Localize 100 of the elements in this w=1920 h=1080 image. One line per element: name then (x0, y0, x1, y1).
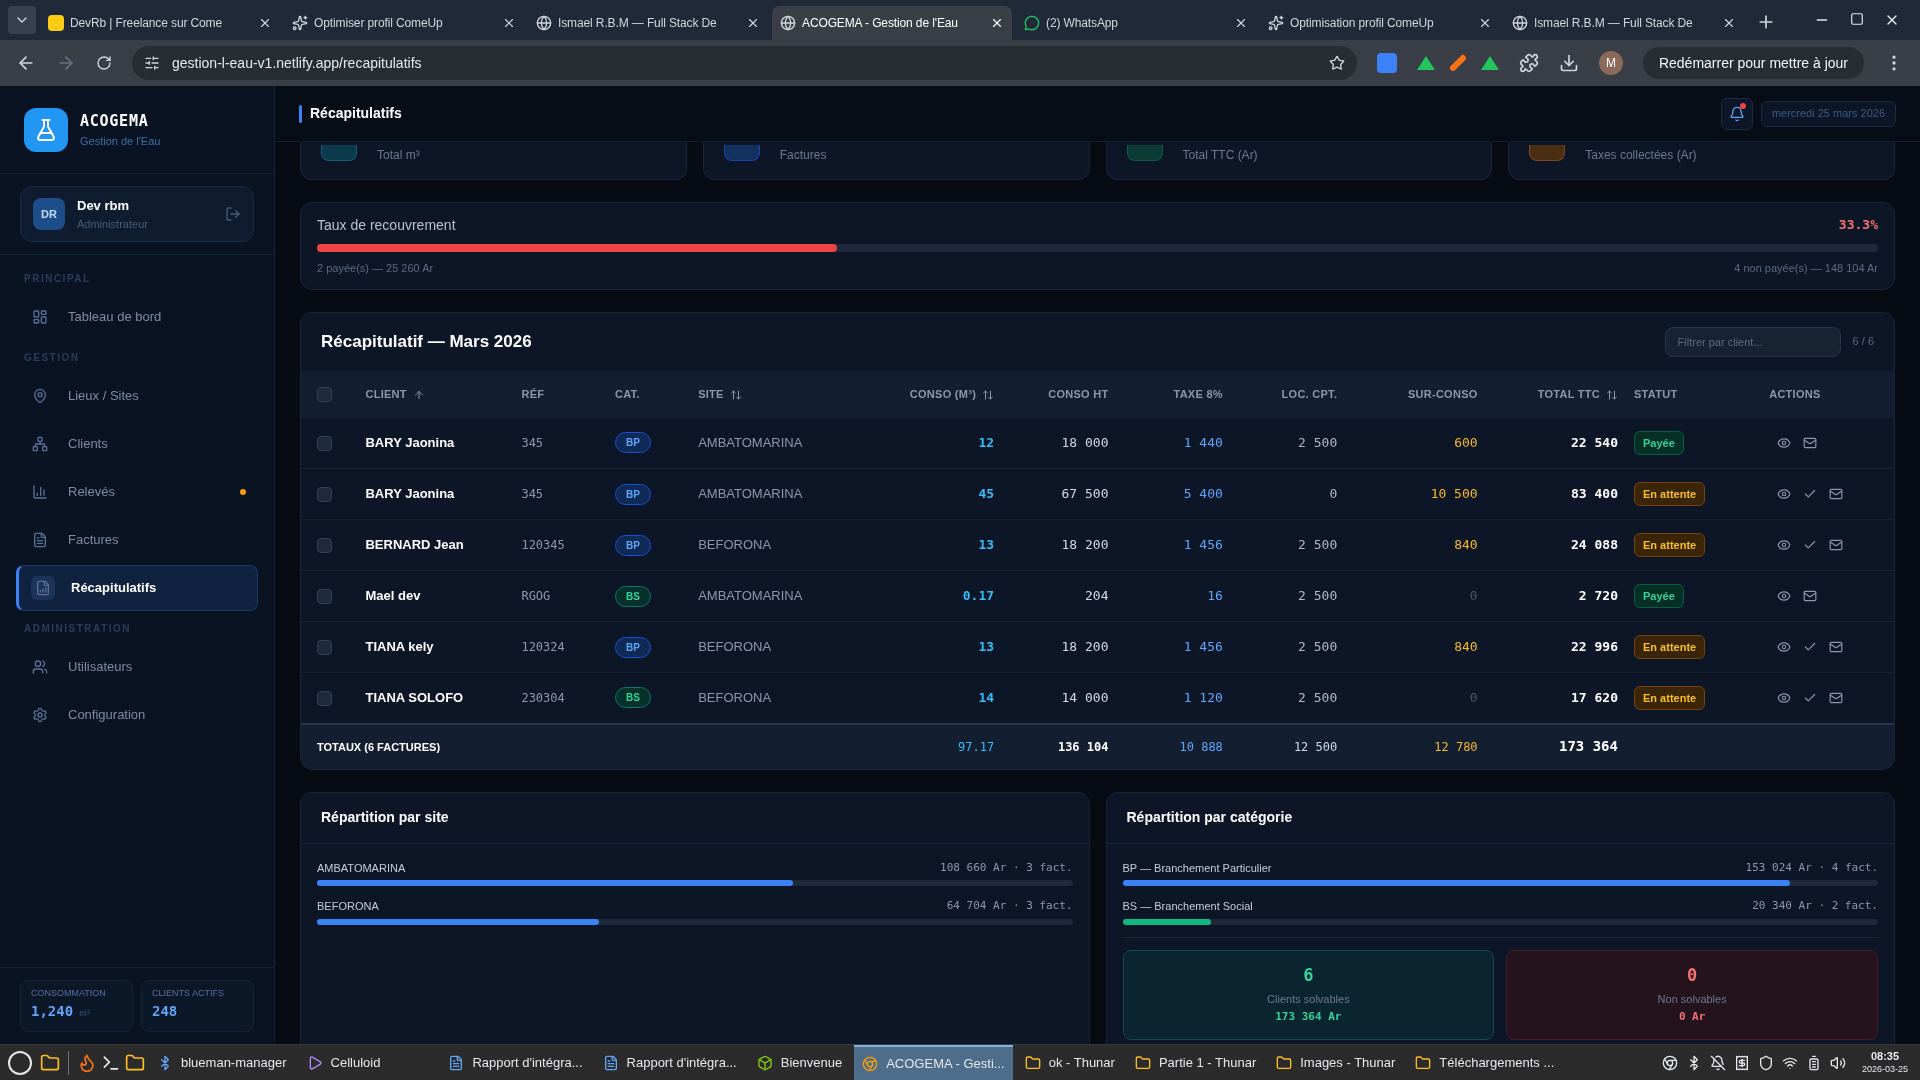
nav-label: Configuration (68, 706, 147, 725)
row-checkbox[interactable] (317, 487, 332, 503)
extension-icon[interactable] (1376, 53, 1397, 73)
column-header: ACTIONS (1769, 387, 1821, 403)
distribution-label: AMBATOMARINA (317, 860, 406, 876)
stat-unit: m³ (79, 1006, 90, 1020)
maximize-icon[interactable] (1850, 12, 1864, 26)
update-button[interactable]: Redémarrer pour mettre à jour (1642, 47, 1864, 79)
close-icon[interactable] (1234, 16, 1248, 30)
view-icon[interactable] (1777, 690, 1792, 705)
mail-icon[interactable] (1803, 589, 1818, 603)
folder-icon[interactable] (125, 1052, 145, 1073)
browser-tab[interactable]: Optimiser profil ComeUp (284, 6, 524, 40)
taskbar-label: Bienvenue (780, 1053, 843, 1072)
row-checkbox[interactable] (317, 589, 332, 605)
view-icon[interactable] (1777, 589, 1792, 603)
column-header[interactable]: TOTAL TTC (1537, 386, 1618, 403)
close-icon[interactable] (746, 16, 760, 30)
mail-icon[interactable] (1829, 690, 1844, 705)
mail-icon[interactable] (1829, 640, 1844, 654)
sort-icon[interactable] (982, 388, 995, 401)
row-checkbox[interactable] (317, 436, 332, 452)
extension-icon[interactable] (1416, 56, 1435, 70)
nav-item[interactable]: Configuration (16, 692, 258, 738)
nav-item[interactable]: Récapitulatifs (16, 565, 258, 611)
nav-item[interactable]: Relevés (16, 469, 258, 515)
taskbar-item[interactable]: Téléchargements ... (1407, 1045, 1563, 1080)
row-checkbox[interactable] (317, 538, 332, 554)
nav-item[interactable]: Factures (16, 517, 258, 563)
shield-icon[interactable] (1757, 1054, 1774, 1071)
filter-input[interactable]: Filtrer par client... (1664, 326, 1841, 357)
stat-card-label: Taxes collectées (Ar) (1585, 149, 1697, 161)
browser-tab[interactable]: (2) WhatsApp (1016, 6, 1256, 40)
download-icon[interactable] (1558, 53, 1579, 73)
taskbar-item[interactable]: Rapport d'intégra... (594, 1045, 745, 1080)
taskbar-item[interactable]: Rapport d'intégra... (440, 1045, 591, 1080)
column-header[interactable]: SITE (698, 386, 742, 403)
taskbar-item[interactable]: Celluloid (298, 1045, 389, 1080)
taskbar-item[interactable]: Bienvenue (748, 1045, 851, 1080)
view-icon[interactable] (1777, 640, 1792, 654)
nav-item[interactable]: Tableau de bord (16, 294, 258, 340)
mail-icon[interactable] (1829, 538, 1844, 552)
extension-icon[interactable] (1480, 56, 1499, 70)
tax-cell: 16 (1207, 588, 1223, 604)
extensions-icon[interactable] (1518, 53, 1539, 73)
stat-card-label: Factures (779, 149, 827, 161)
meter-rent-cell: 0 (1329, 486, 1338, 502)
start-menu-icon[interactable] (8, 1050, 32, 1075)
browser-tab[interactable]: Optimisation profil ComeUp (1260, 6, 1500, 40)
notifications-off-icon[interactable] (1709, 1054, 1726, 1071)
browser-tab[interactable]: Ismael R.B.M — Full Stack De (1504, 6, 1744, 40)
profile-avatar[interactable]: M (1598, 51, 1623, 75)
folder-icon[interactable] (40, 1052, 60, 1073)
browser-tab[interactable]: ACOGEMA - Gestion de l'Eau (772, 6, 1012, 40)
mail-icon[interactable] (1803, 435, 1818, 450)
reference-cell: 345 (521, 487, 544, 502)
browser-tray-icon[interactable] (1661, 1054, 1678, 1071)
sort-icon[interactable] (1606, 388, 1618, 401)
nav-item[interactable]: Clients (16, 421, 258, 467)
validate-check-icon[interactable] (1803, 487, 1818, 501)
sort-ascending-icon[interactable] (412, 388, 425, 401)
close-icon[interactable] (258, 16, 272, 30)
close-icon[interactable] (502, 16, 516, 30)
logout-icon[interactable] (225, 206, 241, 222)
address-bar[interactable]: gestion-l-eau-v1.netlify.app/recapitulatifs (132, 46, 1357, 80)
row-checkbox[interactable] (317, 640, 332, 656)
bookmark-star-icon[interactable] (1328, 55, 1345, 71)
taskbar-item[interactable]: blueman-manager (149, 1045, 295, 1080)
nav-item[interactable]: Utilisateurs (16, 644, 258, 690)
view-icon[interactable] (1777, 538, 1792, 552)
select-all-checkbox[interactable] (317, 387, 332, 403)
validate-check-icon[interactable] (1803, 538, 1818, 552)
close-icon[interactable] (990, 16, 1004, 30)
column-header[interactable]: CLIENT (365, 386, 425, 403)
nav-item[interactable]: Lieux / Sites (16, 373, 258, 419)
taskbar-item[interactable]: Partie 1 - Thunar (1126, 1045, 1265, 1080)
browser-tab[interactable]: Ismael R.B.M — Full Stack De (528, 6, 768, 40)
browser-tab[interactable]: DevRb | Freelance sur Come (40, 6, 280, 40)
sort-icon[interactable] (729, 388, 742, 401)
tab-list-button[interactable] (8, 6, 36, 34)
taskbar-item[interactable]: ok - Thunar (1016, 1045, 1123, 1080)
bell-icon (1728, 105, 1745, 122)
mail-icon[interactable] (1829, 487, 1844, 501)
view-icon[interactable] (1777, 487, 1792, 501)
document-icon (448, 1054, 465, 1071)
tab-title: ACOGEMA - Gestion de l'Eau (802, 15, 959, 32)
column-header[interactable]: CONSO (M³) (909, 386, 995, 403)
taskbar-item[interactable]: ACOGEMA - Gesti... (854, 1045, 1013, 1080)
notification-button[interactable] (1720, 97, 1753, 130)
view-icon[interactable] (1777, 435, 1792, 450)
close-icon[interactable] (1478, 16, 1492, 30)
browser-launcher-icon[interactable] (77, 1052, 97, 1073)
reload-icon[interactable] (96, 55, 112, 71)
validate-check-icon[interactable] (1803, 640, 1818, 654)
site-settings-icon[interactable] (144, 55, 160, 71)
document-icon (32, 532, 48, 548)
row-checkbox[interactable] (317, 691, 332, 707)
close-icon[interactable] (1722, 16, 1736, 30)
taskbar-item[interactable]: Images - Thunar (1268, 1045, 1404, 1080)
volume-icon[interactable] (1829, 1054, 1846, 1071)
